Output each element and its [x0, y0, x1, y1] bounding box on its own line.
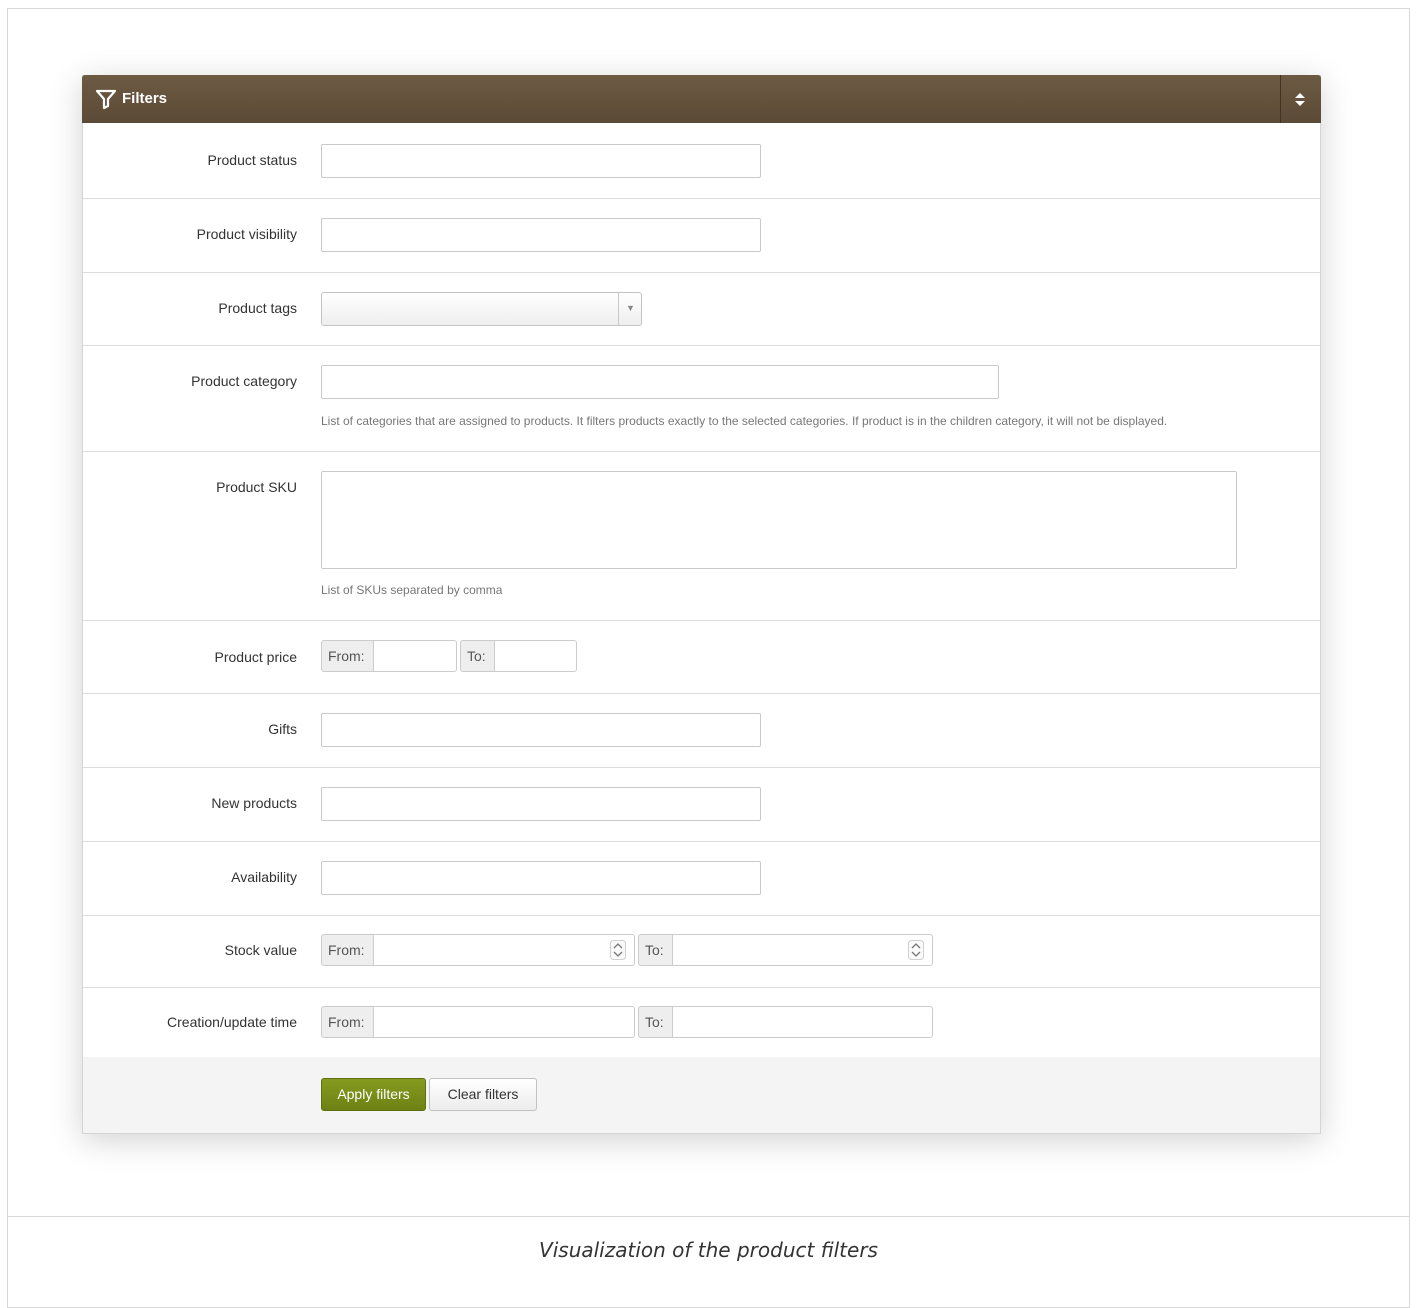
stock-to-input[interactable] [673, 934, 933, 966]
price-from-addon: From: [321, 640, 374, 672]
stock-from-input[interactable] [374, 934, 635, 966]
filters-panel: Filters Product status Product visibilit… [82, 75, 1321, 1134]
product-visibility-label: Product visibility [196, 226, 297, 242]
clear-filters-button[interactable]: Clear filters [429, 1078, 537, 1111]
collapse-toggle-button[interactable] [1281, 75, 1321, 123]
product-sku-hint: List of SKUs separated by comma [321, 583, 503, 597]
stock-value-label: Stock value [224, 942, 297, 958]
new-products-input[interactable] [321, 787, 761, 821]
price-to-addon: To: [460, 640, 495, 672]
product-category-label: Product category [191, 373, 297, 389]
product-sku-row: Product SKU List of SKUs separated by co… [83, 452, 1320, 621]
product-sku-label: Product SKU [216, 479, 297, 495]
caption-divider [7, 1216, 1410, 1217]
gifts-input[interactable] [321, 713, 761, 747]
creation-update-time-label: Creation/update time [167, 1014, 297, 1030]
product-category-hint: List of categories that are assigned to … [321, 414, 1168, 428]
stock-from-addon: From: [321, 934, 374, 966]
product-category-row: Product category List of categories that… [83, 346, 1320, 452]
price-to-input[interactable] [495, 640, 577, 672]
sort-toggle-icon [1295, 93, 1305, 106]
figure-caption: Visualization of the product filters [539, 1238, 878, 1262]
time-to-addon: To: [638, 1006, 673, 1038]
stock-value-row: Stock value From: To: [83, 916, 1320, 988]
stock-from-group: From: [321, 934, 635, 966]
chevron-down-icon: ▼ [626, 303, 635, 313]
dropdown-toggle[interactable]: ▼ [618, 293, 641, 325]
gifts-label: Gifts [268, 721, 297, 737]
creation-update-time-row: Creation/update time From: To: [83, 988, 1320, 1057]
product-visibility-row: Product visibility [83, 199, 1320, 273]
price-to-group: To: [460, 640, 577, 672]
product-tags-row: Product tags ▼ [83, 273, 1320, 346]
product-sku-textarea[interactable] [321, 471, 1237, 569]
product-price-label: Product price [214, 649, 297, 665]
stock-to-addon: To: [638, 934, 673, 966]
time-to-group: To: [638, 1006, 933, 1038]
time-from-group: From: [321, 1006, 635, 1038]
product-tags-label: Product tags [218, 300, 297, 316]
new-products-label: New products [211, 795, 297, 811]
price-from-group: From: [321, 640, 457, 672]
product-tags-select[interactable]: ▼ [321, 292, 642, 326]
panel-footer: Apply filters Clear filters [83, 1057, 1320, 1133]
number-spinner-icon[interactable] [610, 940, 626, 960]
product-category-input[interactable] [321, 365, 999, 399]
new-products-row: New products [83, 768, 1320, 842]
panel-title: Filters [122, 90, 168, 107]
time-from-addon: From: [321, 1006, 374, 1038]
panel-header: Filters [82, 75, 1321, 123]
apply-filters-button[interactable]: Apply filters [321, 1078, 426, 1111]
time-from-input[interactable] [374, 1006, 635, 1038]
availability-label: Availability [231, 869, 297, 885]
product-status-label: Product status [207, 152, 298, 168]
price-from-input[interactable] [374, 640, 457, 672]
availability-row: Availability [83, 842, 1320, 916]
availability-input[interactable] [321, 861, 761, 895]
product-status-row: Product status [83, 124, 1320, 199]
time-to-input[interactable] [673, 1006, 933, 1038]
number-spinner-icon[interactable] [908, 940, 924, 960]
product-price-row: Product price From: To: [83, 621, 1320, 694]
product-visibility-input[interactable] [321, 218, 761, 252]
product-status-input[interactable] [321, 144, 761, 178]
filter-icon [95, 89, 117, 110]
gifts-row: Gifts [83, 694, 1320, 768]
stock-to-group: To: [638, 934, 933, 966]
